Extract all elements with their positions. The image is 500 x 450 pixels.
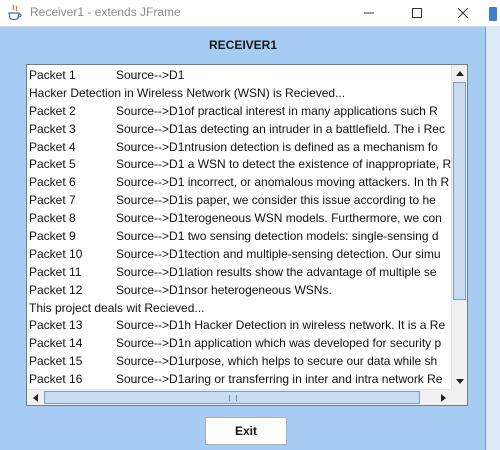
log-line: Hacker Detection in Wireless Network (WS… <box>29 85 453 103</box>
title-bar[interactable]: Receiver1 - extends JFrame <box>0 0 486 27</box>
background-window-titlebar <box>486 0 500 26</box>
log-line: Packet 8 Source-->D1terogeneous WSN model… <box>29 210 453 228</box>
packet-source: Source-->D1h Hacker Detection in wireles… <box>116 318 446 333</box>
log-line: Packet 12 Source-->D1nsor heterogeneous W… <box>29 282 453 300</box>
scroll-left-button[interactable] <box>27 390 43 405</box>
scroll-corner <box>451 389 467 405</box>
log-line: Packet 10 Source-->D1tection and multiple… <box>29 246 453 264</box>
packet-label: Packet 8 <box>29 211 76 226</box>
log-line: Packet 9 Source-->D1 two sensing detectio… <box>29 228 453 246</box>
packet-source: Source-->D1 a WSN to detect the existenc… <box>116 157 452 172</box>
log-line: Packet 16 Source-->D1aring or transferrin… <box>29 371 453 389</box>
packet-source: Source-->D1 <box>116 68 185 82</box>
packet-source: Source-->D1terogeneous WSN models. Furth… <box>116 211 442 226</box>
packet-label: Packet 3 <box>29 121 76 136</box>
exit-button[interactable]: Exit <box>205 417 287 445</box>
packet-label: Packet 10 <box>29 246 83 261</box>
packet-source: Source-->D1aring or transferring in inte… <box>116 372 443 387</box>
vertical-scrollbar[interactable] <box>451 65 467 389</box>
packet-label: Packet 15 <box>29 354 83 369</box>
packet-label: Packet 13 <box>29 318 83 333</box>
packet-source: Source-->D1is paper, we consider this is… <box>116 193 436 208</box>
packet-log-textarea[interactable]: Packet 1 Source-->D1 Hacker Detection in W… <box>26 64 468 406</box>
log-line: Packet 3 Source-->D1as detecting an intru… <box>29 121 453 139</box>
packet-source: Source-->D1ntrusion detection is defined… <box>116 139 438 154</box>
minimize-button[interactable] <box>346 0 392 26</box>
close-icon <box>458 8 468 18</box>
packet-label: Packet 12 <box>29 282 83 297</box>
background-window-edge <box>486 0 500 450</box>
packet-source: Source-->D1 incorrect, or anomalous movi… <box>116 175 450 190</box>
packet-label: Packet 7 <box>29 193 76 208</box>
packet-source: Source-->D1of practical interest in many… <box>116 103 438 118</box>
packet-log-content: Packet 1 Source-->D1 Hacker Detection in W… <box>29 67 453 389</box>
log-line: Packet 1 Source-->D1 <box>29 67 453 85</box>
log-line: Packet 4 Source-->D1ntrusion detection is… <box>29 139 453 157</box>
scroll-down-button[interactable] <box>452 373 467 389</box>
receiver-heading: RECEIVER1 <box>208 38 278 52</box>
packet-label: Packet 9 <box>29 229 76 244</box>
maximize-button[interactable] <box>394 0 440 26</box>
arrow-up-icon <box>455 70 464 76</box>
packet-label: Packet 4 <box>29 139 76 154</box>
packet-source: Source-->D1 two sensing detection models… <box>116 229 439 244</box>
horizontal-scrollbar[interactable] <box>27 389 451 405</box>
scroll-right-button[interactable] <box>435 390 451 405</box>
arrow-left-icon <box>32 393 38 402</box>
maximize-icon <box>412 8 422 18</box>
log-line: Packet 2 Source-->D1of practical interest… <box>29 103 453 121</box>
log-line: Packet 15 Source-->D1urpose, which helps … <box>29 353 453 371</box>
log-line: Packet 14 Source-->D1n application which … <box>29 335 453 353</box>
log-line: Packet 11 Source-->D1lation results show … <box>29 264 453 282</box>
scroll-grip-icon <box>229 395 237 401</box>
packet-source: Source-->D1urpose, which helps to secure… <box>116 354 438 369</box>
packet-source: Source-->D1n application which was devel… <box>116 336 442 351</box>
packet-label: Packet 14 <box>29 336 83 351</box>
arrow-down-icon <box>455 378 464 384</box>
scroll-up-button[interactable] <box>452 65 467 81</box>
arrow-right-icon <box>440 393 446 402</box>
packet-label: Packet 1 <box>29 68 76 82</box>
log-line: Packet 5 Source-->D1 a WSN to detect the … <box>29 156 453 174</box>
packet-label: Packet 11 <box>29 264 82 279</box>
packet-source: Source-->D1lation results show the advan… <box>116 264 437 279</box>
packet-source: Source-->D1tection and multiple-sensing … <box>116 246 441 261</box>
background-app-icon <box>489 7 497 21</box>
close-button[interactable] <box>440 0 486 26</box>
horizontal-scroll-thumb[interactable] <box>44 391 420 404</box>
packet-source: Source-->D1as detecting an intruder in a… <box>116 121 445 136</box>
log-line: Packet 13 Source-->D1h Hacker Detection i… <box>29 317 453 335</box>
window-title: Receiver1 - extends JFrame <box>30 5 181 19</box>
packet-label: Packet 16 <box>29 372 83 387</box>
receiver-window: Receiver1 - extends JFrame RECEIVER1 Pac… <box>0 0 486 450</box>
log-line: Packet 7 Source-->D1is paper, we consider… <box>29 192 453 210</box>
log-line: Packet 6 Source-->D1 incorrect, or anomal… <box>29 174 453 192</box>
log-line: This project deals wit Recieved... <box>29 300 453 318</box>
log-message: Hacker Detection in Wireless Network (WS… <box>29 85 346 100</box>
minimize-icon <box>364 12 374 14</box>
vertical-scroll-thumb[interactable] <box>453 82 466 300</box>
log-message: This project deals wit Recieved... <box>29 300 205 315</box>
packet-label: Packet 2 <box>29 103 76 118</box>
packet-label: Packet 5 <box>29 157 76 172</box>
packet-label: Packet 6 <box>29 175 76 190</box>
java-cup-icon <box>7 4 23 22</box>
packet-source: Source-->D1nsor heterogeneous WSNs. <box>116 282 332 297</box>
